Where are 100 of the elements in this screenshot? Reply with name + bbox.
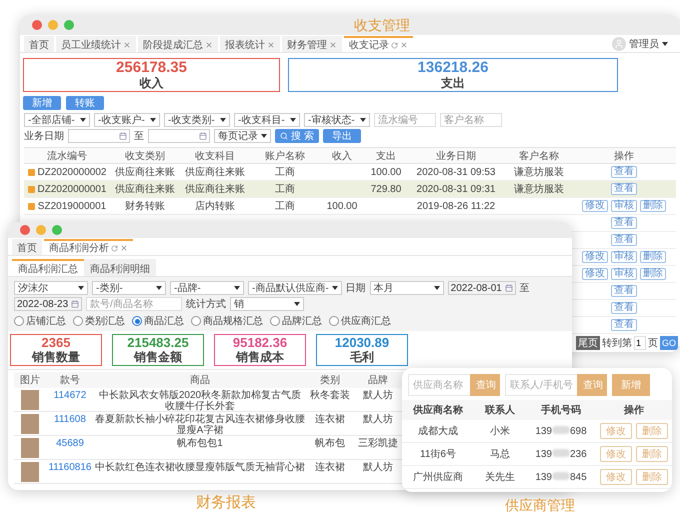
radio-label[interactable]: 品牌汇总 (282, 314, 322, 328)
radio-button[interactable] (132, 316, 142, 326)
close-button[interactable] (32, 20, 42, 30)
phone-number: 139 845 (535, 472, 587, 482)
radio-button[interactable] (73, 316, 83, 326)
table-cell: 默人坊 (363, 414, 393, 425)
select-dropdown[interactable]: -收支科目- (234, 113, 300, 127)
radio-button[interactable] (329, 316, 339, 326)
row-action-button[interactable]: 审核 (611, 200, 637, 212)
maximize-button[interactable] (64, 20, 74, 30)
select-dropdown[interactable]: -收支类别- (164, 113, 230, 127)
table-row[interactable]: SZ2019000001 财务转账 店内转账 工商 100.00 2019-08-26 11:22 修改 审核 删除 (24, 198, 676, 215)
search-field[interactable]: 客户名称 (440, 113, 502, 127)
radio-button[interactable] (270, 316, 280, 326)
column-header: 商品 (94, 372, 306, 388)
close-icon[interactable] (120, 244, 128, 252)
user-name[interactable]: 管理员 (629, 36, 659, 50)
pager-label: 页 (648, 337, 658, 350)
minimize-button[interactable] (48, 20, 58, 30)
pager-label: 转到第 (602, 337, 632, 350)
sub-tab[interactable]: 商品利润明细 (84, 259, 156, 276)
radio-label[interactable]: 店铺汇总 (26, 314, 66, 328)
select-dropdown[interactable]: 本月 (370, 281, 444, 295)
item-code-link[interactable]: 45689 (56, 438, 84, 449)
row-action-button[interactable]: 审核 (611, 268, 637, 280)
table-row[interactable]: DZ2020000001 供应商往来账 供应商往来账 工商 729.80 2020-08-31 09:31 谦意坊服装 查看 (24, 181, 676, 198)
row-action-button[interactable]: 查看 (611, 183, 637, 195)
select-dropdown[interactable]: 汐沫尔 (14, 281, 88, 295)
close-icon[interactable] (400, 41, 408, 49)
radio-label[interactable]: 类别汇总 (85, 314, 125, 328)
radio-button[interactable] (191, 316, 201, 326)
calendar-icon (71, 300, 79, 308)
search-field[interactable]: 款号/商品名称 (86, 297, 182, 311)
close-icon[interactable] (205, 41, 213, 49)
row-action-button[interactable]: 审核 (611, 251, 637, 263)
row-action-button[interactable]: 修改 (582, 268, 608, 280)
minimize-button[interactable] (36, 225, 46, 235)
select-dropdown[interactable]: -全部店铺- (24, 113, 90, 127)
caret-icon (220, 118, 226, 122)
radio-button[interactable] (14, 316, 24, 326)
row-action-button[interactable]: 查看 (611, 217, 637, 229)
table-cell: 春夏新款长袖小碎花印花复古风连衣裙修身收腰显瘦A字裙 (94, 414, 306, 436)
page-input[interactable]: 1 (634, 336, 646, 350)
row-action-button[interactable]: 查看 (611, 234, 637, 246)
table-cell-text: 马总 (490, 448, 510, 461)
page-tab[interactable]: 员工业绩统计 (56, 36, 136, 52)
select-dropdown[interactable]: -商品默认供应商- (248, 281, 342, 295)
row-action-button[interactable]: 修改 (582, 251, 608, 263)
row-action-button[interactable]: 修改 (582, 200, 608, 212)
date-field[interactable]: 2022-08-23 (14, 297, 82, 311)
search-field[interactable]: 供应商名称 (408, 374, 470, 396)
close-icon[interactable] (267, 41, 275, 49)
page-tab[interactable]: 阶段提成汇总 (138, 36, 218, 52)
table-cell: 默人坊 (363, 462, 393, 473)
filter-label: 至 (520, 282, 530, 295)
search-field[interactable]: 联系人/手机号 (505, 374, 577, 396)
page-tab[interactable]: 首页 (12, 239, 42, 255)
page-tab[interactable]: 报表统计 (220, 36, 280, 52)
item-code-link[interactable]: 11160816 (48, 462, 92, 473)
row-action-button[interactable]: 删除 (640, 251, 666, 263)
row-marker-icon (28, 202, 35, 210)
page-tab[interactable]: 商品利润分析 (44, 239, 133, 255)
page-tab[interactable]: 财务管理 (282, 36, 342, 52)
table-cell-text: 11街6号 (420, 448, 456, 461)
date-field[interactable] (68, 129, 130, 143)
page-tab[interactable]: 首页 (24, 36, 54, 52)
close-button[interactable] (20, 225, 30, 235)
row-action-button[interactable]: 删除 (640, 200, 666, 212)
refresh-icon[interactable] (111, 244, 118, 252)
date-field[interactable] (148, 129, 210, 143)
select-dropdown[interactable]: -收支账户- (94, 113, 160, 127)
last-page-button[interactable]: 尾页 (576, 336, 600, 350)
row-action-button[interactable]: 查看 (611, 302, 637, 314)
column-header: 类别 (306, 372, 354, 388)
select-dropdown[interactable]: -审核状态- (304, 113, 370, 127)
row-action-button[interactable]: 删除 (640, 268, 666, 280)
refresh-icon[interactable] (391, 42, 398, 48)
table-cell: 100.00 (326, 200, 358, 212)
select-dropdown[interactable]: 销 (230, 297, 304, 311)
radio-label[interactable]: 商品汇总 (144, 314, 184, 328)
row-action-button[interactable]: 查看 (611, 319, 637, 331)
table-cell-text: 广州供应商 (413, 470, 463, 484)
page-tab[interactable]: 收支记录 (344, 36, 413, 52)
search-field[interactable]: 流水编号 (374, 113, 436, 127)
close-icon[interactable] (123, 41, 131, 49)
close-icon[interactable] (329, 41, 337, 49)
select-dropdown[interactable]: 每页记录 (214, 129, 271, 143)
select-dropdown[interactable]: -品牌- (170, 281, 244, 295)
sub-tab[interactable]: 商品利润汇总 (12, 259, 84, 276)
maximize-button[interactable] (52, 225, 62, 235)
item-code-link[interactable]: 111608 (54, 414, 86, 425)
table-cell: SZ2019000001 (38, 200, 106, 212)
date-field[interactable]: 2022-08-01 (448, 281, 516, 295)
radio-label[interactable]: 商品规格汇总 (203, 314, 263, 328)
row-action-button[interactable]: 查看 (611, 285, 637, 297)
select-dropdown[interactable]: -类别- (92, 281, 166, 295)
column-header: 流水编号 (46, 150, 88, 163)
radio-label[interactable]: 供应商汇总 (341, 314, 391, 328)
row-action-button[interactable]: 查看 (611, 166, 637, 178)
item-code-link[interactable]: 114672 (54, 390, 86, 401)
